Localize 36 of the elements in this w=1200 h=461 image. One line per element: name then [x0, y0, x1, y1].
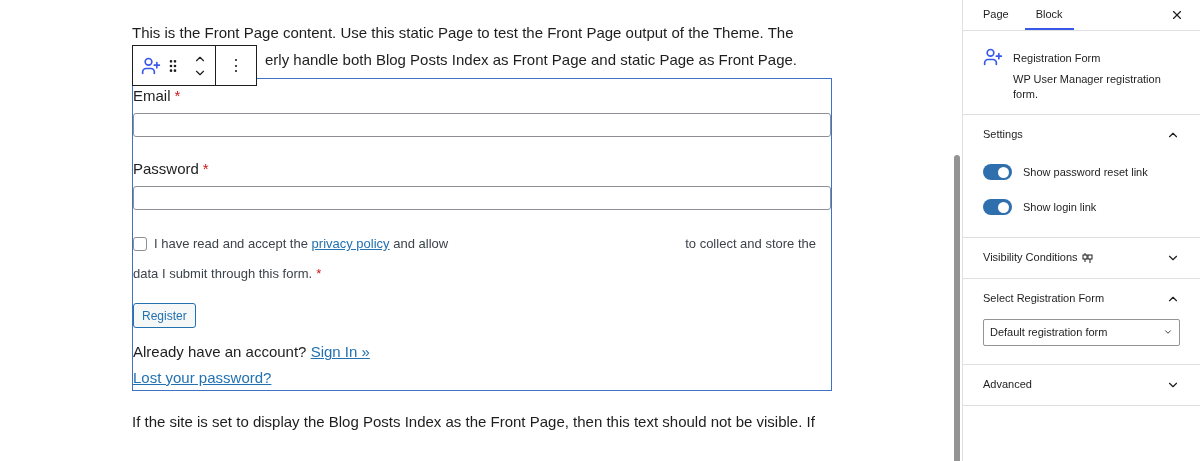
required-asterisk: *	[174, 87, 181, 104]
field-label: Email	[133, 87, 171, 104]
required-asterisk: *	[202, 160, 209, 177]
user-plus-icon	[983, 47, 1003, 67]
consent-text: I have read and accept the privacy policy and allow	[154, 235, 449, 253]
privacy-policy-link[interactable]: privacy policy	[311, 236, 390, 251]
sidebar-tab[interactable]: Block	[1024, 0, 1074, 30]
paragraph-text: erly handle both Blog Posts Index as Front Page and static Page as Front Page.	[265, 50, 797, 70]
toggle-switch[interactable]	[983, 164, 1012, 180]
toggle-switch[interactable]	[983, 199, 1012, 215]
registration-form-select[interactable]: Default registration form	[983, 318, 1180, 346]
paragraph-text: If the site is set to display the Blog Posts Index as the Front Page, then this text should not be visible. If	[132, 412, 816, 432]
account-text: Already have an account?	[133, 343, 307, 360]
required-asterisk: *	[316, 266, 322, 281]
close-icon[interactable]	[1170, 8, 1184, 22]
caret-icon	[1163, 327, 1173, 337]
consent-checkbox[interactable]	[133, 237, 147, 251]
user-plus-icon[interactable]	[141, 55, 161, 76]
panel-title[interactable]: Visibility Conditions	[983, 249, 1078, 266]
toggle-label: Show login link	[1023, 199, 1097, 215]
sidebar-tab[interactable]: Page	[983, 0, 1025, 30]
text-field[interactable]	[133, 113, 831, 137]
consent-text: data I submit through this form.	[133, 266, 313, 281]
text-field[interactable]	[133, 186, 831, 210]
field-label: Password	[133, 160, 199, 177]
consent-text: to collect and store the	[685, 235, 816, 253]
toggle-label: Show password reset link	[1023, 164, 1148, 180]
block-description: WP User Manager registration form.	[1013, 71, 1162, 102]
sign-in-link[interactable]: Sign In »	[310, 343, 370, 360]
block-title: Registration Form	[1013, 51, 1102, 66]
panel-title[interactable]: Advanced	[983, 376, 1032, 393]
panel-title[interactable]: Settings	[983, 126, 1023, 143]
panel-title[interactable]: Select Registration Form	[983, 290, 1105, 307]
paragraph-text: This is the Front Page content. Use this static Page to test the Front Page output of the Theme. The	[132, 23, 795, 43]
lost-password-link[interactable]: Lost your password?	[133, 369, 272, 386]
register-button[interactable]: Register	[133, 303, 196, 328]
